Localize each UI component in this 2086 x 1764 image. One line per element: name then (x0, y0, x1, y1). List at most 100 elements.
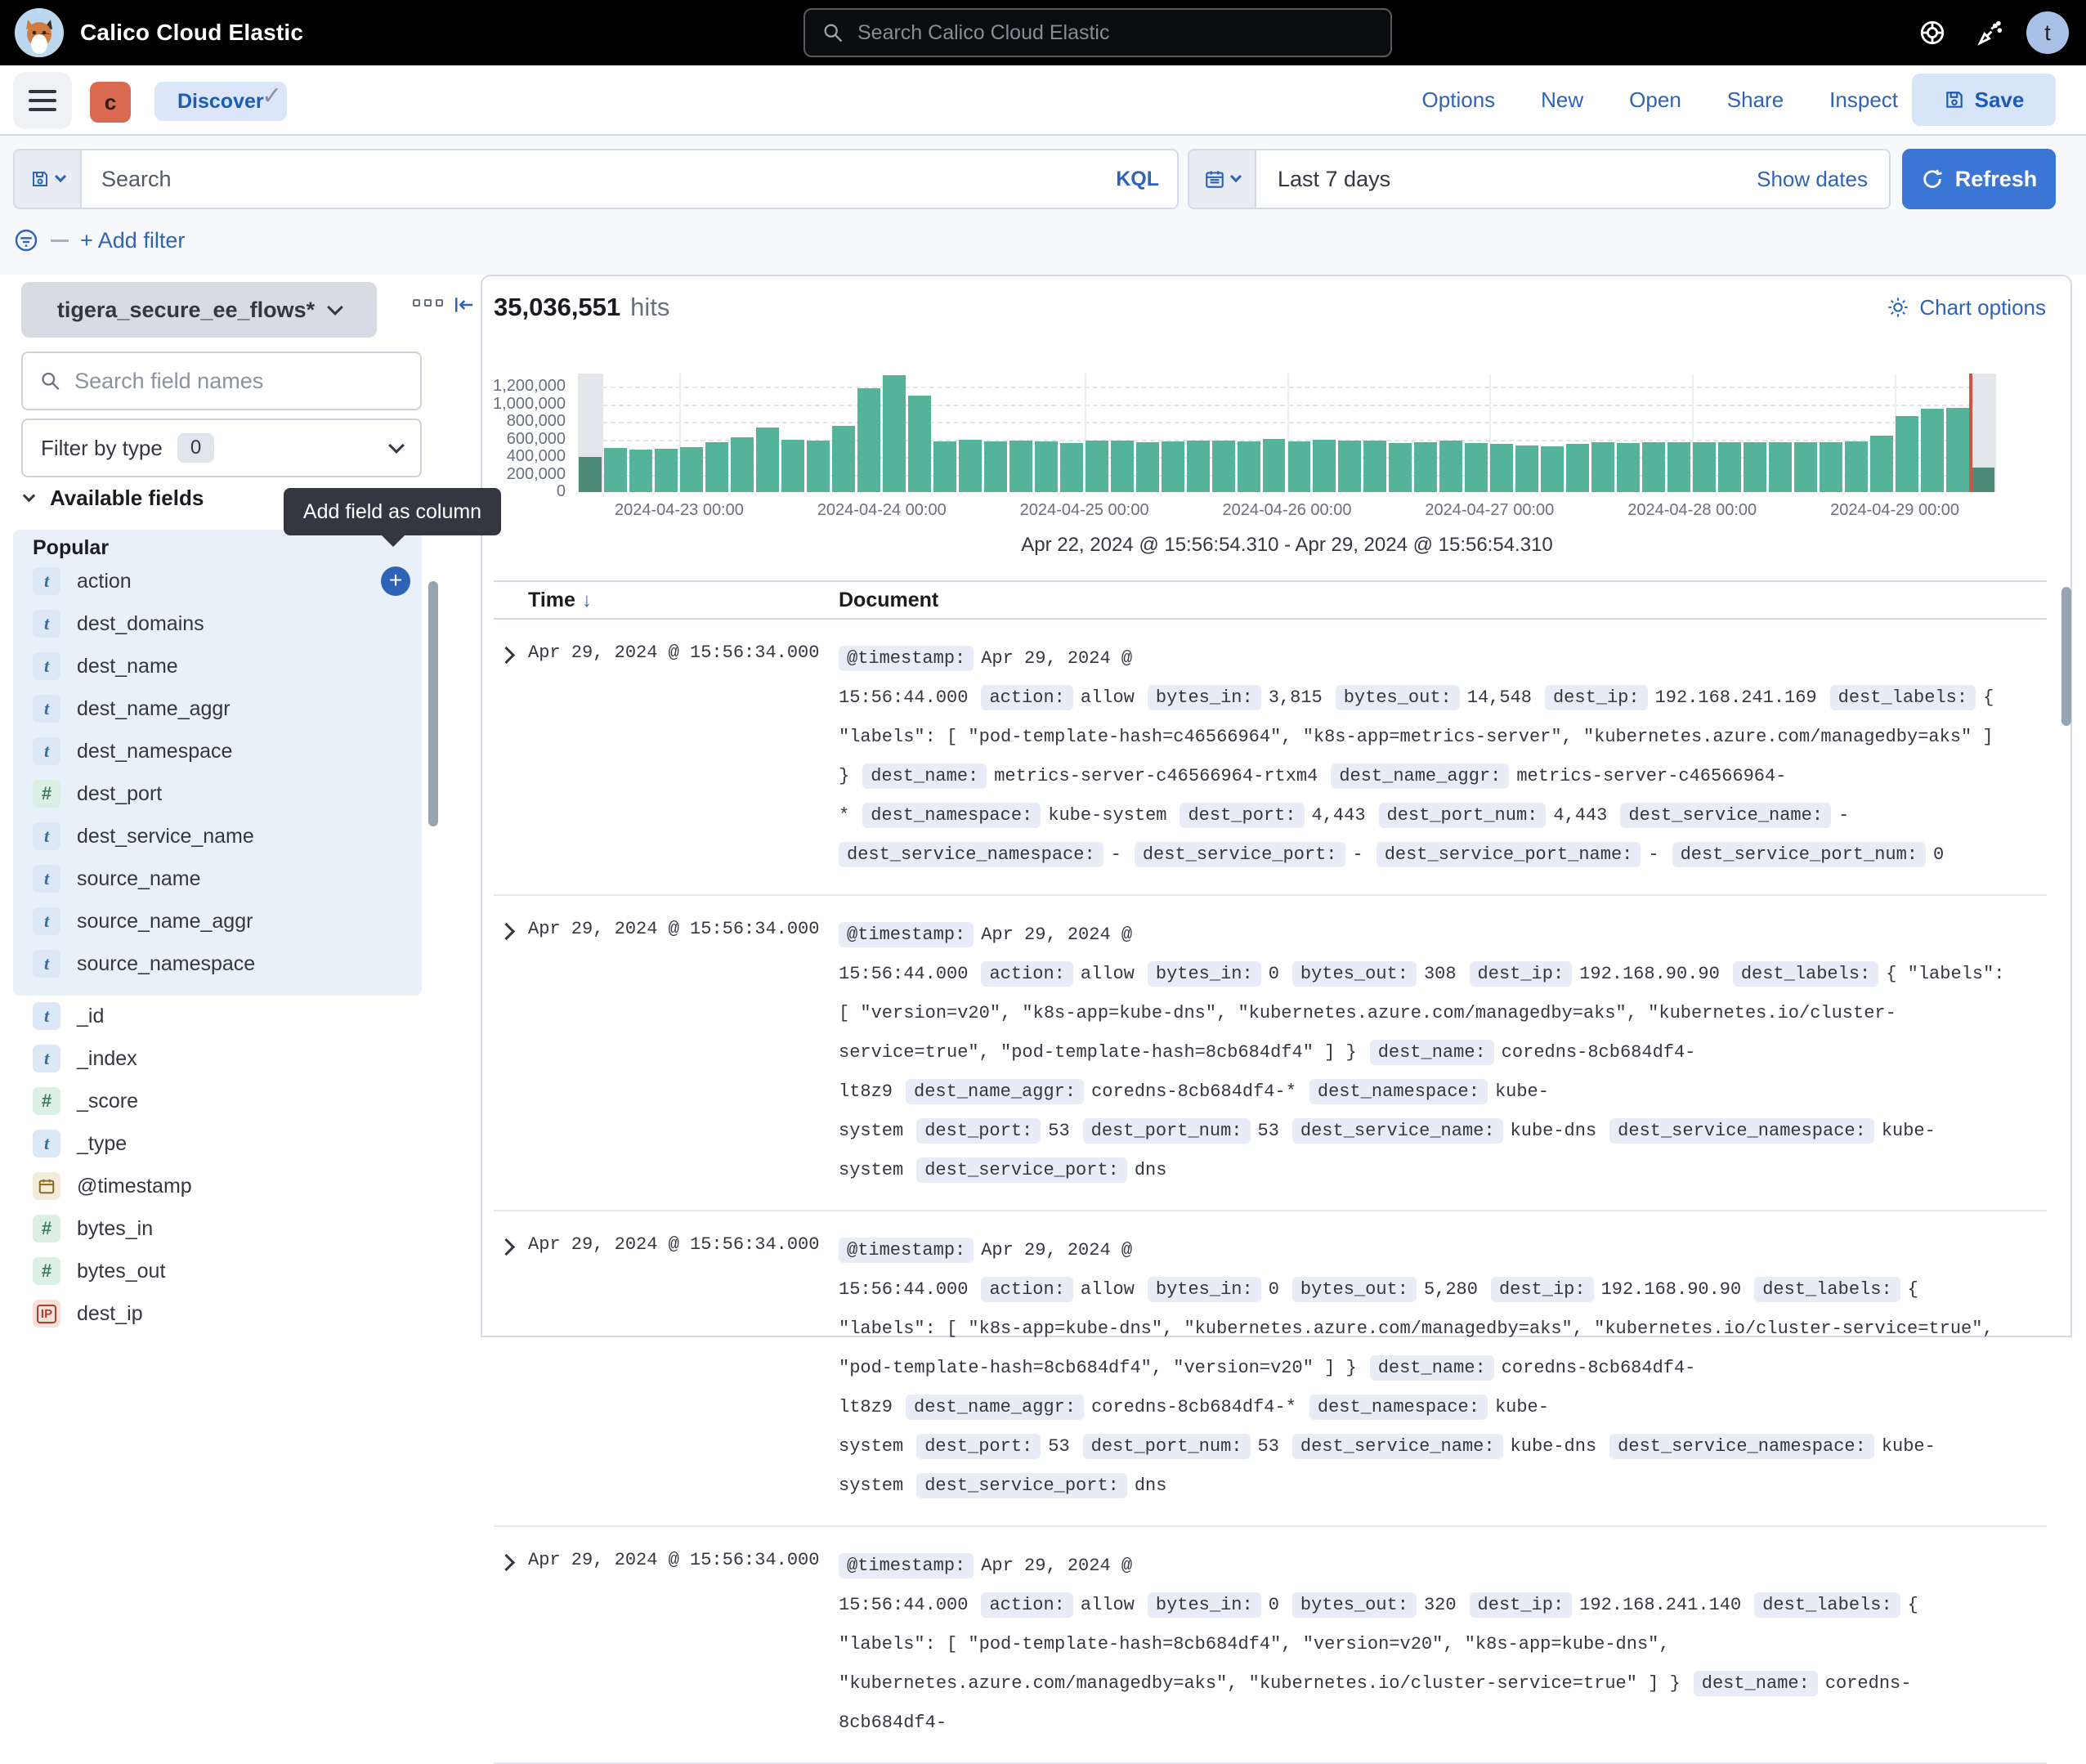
histogram-bar[interactable] (1060, 443, 1083, 492)
show-dates-button[interactable]: Show dates (1735, 150, 1889, 208)
field-item-_id[interactable]: t_id (13, 995, 422, 1037)
add-field-button[interactable]: + (381, 566, 410, 596)
histogram-bar[interactable] (1363, 441, 1386, 492)
field-item-_index[interactable]: t_index (13, 1037, 422, 1080)
help-icon[interactable] (1916, 16, 1949, 49)
histogram-bar[interactable] (1414, 442, 1437, 492)
field-item-dest_name[interactable]: tdest_name (13, 645, 422, 687)
add-filter-button[interactable]: + Add filter (80, 228, 185, 253)
histogram-bar[interactable] (680, 447, 703, 492)
field-item-dest_service_name[interactable]: tdest_service_name (13, 815, 422, 857)
histogram-bar[interactable] (731, 437, 754, 492)
toolbar-link-open[interactable]: Open (1629, 87, 1681, 113)
histogram-bar[interactable] (629, 450, 652, 492)
histogram-bar[interactable] (1870, 436, 1893, 492)
histogram-bar[interactable] (857, 388, 880, 492)
save-button[interactable]: Save (1912, 74, 2056, 126)
toolbar-link-new[interactable]: New (1541, 87, 1583, 113)
histogram-bar[interactable] (1591, 442, 1614, 492)
histogram-bar[interactable] (1263, 439, 1286, 492)
histogram-bar[interactable] (1313, 440, 1336, 492)
histogram-bar[interactable] (1617, 443, 1640, 492)
field-search-box[interactable] (21, 351, 422, 410)
histogram-bar[interactable] (781, 440, 804, 492)
newsfeed-icon[interactable] (1974, 16, 2007, 49)
histogram-bar[interactable] (1541, 446, 1564, 492)
histogram-chart[interactable]: Apr 22, 2024 @ 15:56:54.310 - Apr 29, 20… (482, 358, 2074, 546)
available-fields-header[interactable]: Available fields (25, 486, 204, 511)
histogram-bar[interactable] (1794, 442, 1817, 492)
histogram-bar[interactable] (1921, 409, 1944, 492)
field-item-_score[interactable]: #_score (13, 1080, 422, 1122)
histogram-bar[interactable] (908, 396, 931, 492)
saved-query-menu-button[interactable] (15, 150, 82, 208)
field-item-@timestamp[interactable]: @timestamp (13, 1165, 422, 1207)
expand-row-icon[interactable] (494, 1236, 518, 1260)
histogram-bar[interactable] (1718, 442, 1741, 492)
field-item-source_name[interactable]: tsource_name (13, 857, 422, 900)
space-avatar[interactable]: c (90, 82, 131, 123)
chart-options-button[interactable]: Chart options (1887, 295, 2046, 320)
field-item-dest_ip[interactable]: IPdest_ip (13, 1292, 422, 1335)
expand-row-icon[interactable] (494, 644, 518, 669)
histogram-bar[interactable] (1972, 468, 1994, 492)
field-item-_type[interactable]: t_type (13, 1122, 422, 1165)
histogram-bar[interactable] (1946, 408, 1969, 492)
histogram-bar[interactable] (1667, 442, 1690, 492)
calendar-menu-button[interactable] (1189, 150, 1256, 208)
histogram-bar[interactable] (1490, 444, 1513, 492)
histogram-bar[interactable] (1896, 416, 1918, 492)
histogram-bar[interactable] (984, 441, 1007, 492)
histogram-bar[interactable] (1769, 442, 1792, 492)
histogram-bar[interactable] (1465, 443, 1488, 492)
histogram-bar[interactable] (579, 457, 602, 492)
field-item-source_namespace[interactable]: tsource_namespace (13, 942, 422, 985)
histogram-bar[interactable] (1566, 444, 1589, 492)
histogram-bar[interactable] (1212, 441, 1235, 492)
index-pattern-selector[interactable]: tigera_secure_ee_flows* (21, 282, 377, 338)
histogram-bar[interactable] (1389, 443, 1412, 492)
histogram-bar[interactable] (1086, 441, 1108, 492)
histogram-bar[interactable] (1187, 441, 1210, 492)
histogram-bar[interactable] (1009, 441, 1032, 492)
histogram-bar[interactable] (933, 441, 956, 492)
query-language-button[interactable]: KQL (1098, 150, 1177, 208)
field-item-action[interactable]: taction+ (13, 560, 422, 602)
histogram-bar[interactable] (705, 442, 728, 492)
toolbar-link-inspect[interactable]: Inspect (1829, 87, 1898, 113)
field-search-input[interactable] (74, 369, 404, 394)
global-search-box[interactable] (804, 8, 1392, 57)
expand-row-icon[interactable] (494, 920, 518, 945)
table-scrollbar[interactable] (2061, 587, 2071, 726)
histogram-bar[interactable] (1338, 441, 1361, 492)
histogram-bar[interactable] (1744, 442, 1766, 492)
histogram-bar[interactable] (1642, 442, 1665, 492)
field-options-icon[interactable] (413, 299, 443, 307)
histogram-bar[interactable] (1288, 441, 1311, 492)
field-item-dest_namespace[interactable]: tdest_namespace (13, 730, 422, 772)
histogram-bar[interactable] (1515, 445, 1538, 492)
kql-query-input[interactable] (101, 167, 1078, 192)
field-item-bytes_out[interactable]: #bytes_out (13, 1250, 422, 1292)
field-item-dest_name_aggr[interactable]: tdest_name_aggr (13, 687, 422, 730)
field-item-dest_port[interactable]: #dest_port (13, 772, 422, 815)
expand-row-icon[interactable] (494, 1551, 518, 1576)
refresh-button[interactable]: Refresh (1902, 149, 2056, 209)
histogram-bar[interactable] (1238, 441, 1260, 492)
filter-by-type-dropdown[interactable]: Filter by type 0 (21, 419, 422, 477)
filter-icon[interactable] (13, 227, 39, 253)
histogram-bar[interactable] (832, 426, 855, 492)
histogram-bar[interactable] (604, 448, 627, 492)
histogram-bar[interactable] (807, 441, 830, 492)
user-avatar[interactable]: t (2026, 11, 2069, 54)
histogram-plot[interactable] (578, 374, 1996, 492)
histogram-bar[interactable] (1439, 441, 1462, 492)
histogram-bar[interactable] (1111, 441, 1134, 492)
histogram-bar[interactable] (883, 375, 906, 492)
histogram-bar[interactable] (756, 428, 779, 492)
field-item-dest_domains[interactable]: tdest_domains (13, 602, 422, 645)
toolbar-link-share[interactable]: Share (1727, 87, 1784, 113)
histogram-bar[interactable] (1820, 442, 1842, 492)
global-search-input[interactable] (857, 21, 1374, 45)
histogram-bar[interactable] (1693, 442, 1716, 492)
